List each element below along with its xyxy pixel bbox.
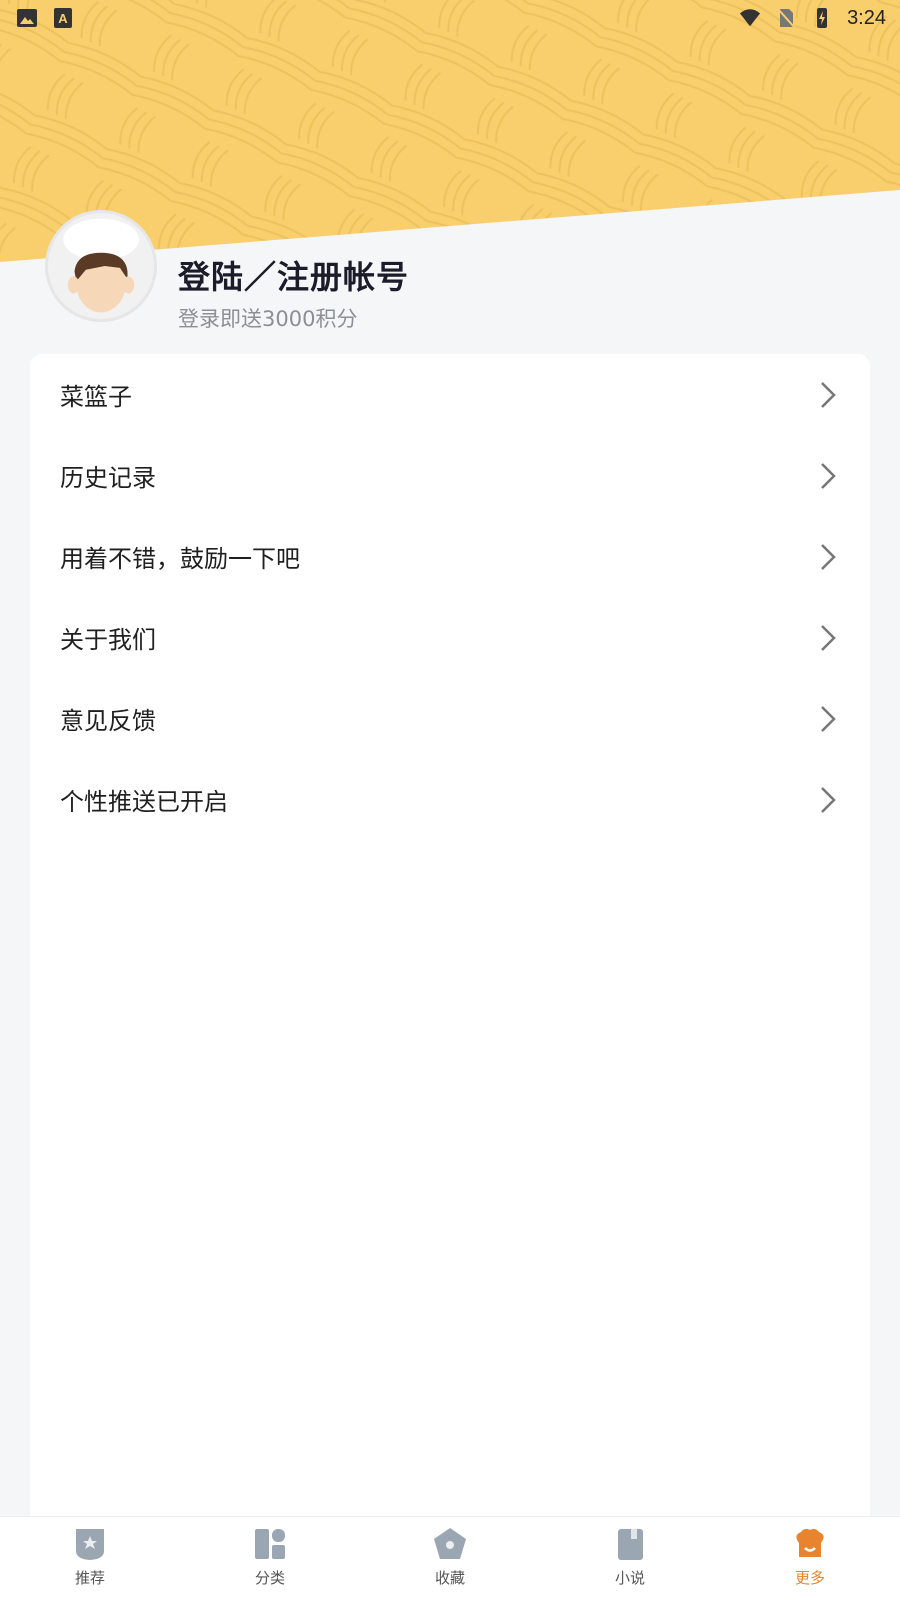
bottom-nav: 推荐 分类 收藏 小说 更多 — [0, 1516, 900, 1600]
menu-item-label: 个性推送已开启 — [60, 788, 228, 816]
menu-item-label: 菜篮子 — [60, 383, 132, 411]
login-bonus-subtitle: 登录即送3000积分 — [178, 307, 358, 331]
chevron-right-icon — [821, 705, 836, 732]
svg-text:A: A — [58, 11, 68, 26]
menu-item-label: 历史记录 — [60, 464, 156, 492]
no-sim-icon — [777, 8, 796, 29]
menu-item-history[interactable]: 历史记录 — [30, 435, 870, 516]
chevron-right-icon — [821, 543, 836, 570]
novel-icon — [618, 1529, 643, 1560]
nav-tab-favorites[interactable]: 收藏 — [390, 1527, 510, 1588]
favorite-icon — [434, 1528, 466, 1559]
nav-tab-recommend[interactable]: 推荐 — [30, 1527, 150, 1588]
nav-label: 收藏 — [434, 1569, 465, 1587]
status-bar: A 3:24 — [0, 0, 900, 36]
chevron-right-icon — [821, 462, 836, 489]
menu-item-basket[interactable]: 菜篮子 — [30, 354, 870, 435]
menu-item-label: 关于我们 — [60, 626, 156, 654]
wifi-icon — [739, 9, 761, 27]
nav-label: 更多 — [794, 1569, 825, 1587]
avatar[interactable] — [45, 210, 157, 322]
menu-item-label: 用着不错，鼓励一下吧 — [60, 545, 300, 573]
chevron-right-icon — [821, 786, 836, 813]
nav-label: 推荐 — [74, 1569, 105, 1587]
menu-item-feedback[interactable]: 意见反馈 — [30, 678, 870, 759]
menu-item-about-us[interactable]: 关于我们 — [30, 597, 870, 678]
menu-item-push-settings[interactable]: 个性推送已开启 — [30, 759, 870, 840]
nav-tab-category[interactable]: 分类 — [210, 1527, 330, 1588]
chef-hat-icon — [796, 1528, 824, 1557]
text-a-icon: A — [54, 8, 72, 28]
battery-charging-icon — [817, 8, 828, 28]
nav-label: 小说 — [614, 1569, 645, 1587]
menu-item-label: 意见反馈 — [60, 707, 156, 735]
login-register-title[interactable]: 登陆／注册帐号 — [178, 252, 409, 298]
chef-avatar-icon — [63, 218, 139, 313]
chevron-right-icon — [821, 624, 836, 651]
image-icon — [17, 9, 37, 27]
menu-card: 菜篮子 历史记录 用着不错，鼓励一下吧 关于我们 意见反馈 个性推送已开启 — [30, 354, 870, 1534]
nav-tab-more[interactable]: 更多 — [750, 1527, 870, 1588]
status-time: 3:24 — [847, 6, 886, 29]
menu-item-rate-app[interactable]: 用着不错，鼓励一下吧 — [30, 516, 870, 597]
nav-tab-novel[interactable]: 小说 — [570, 1527, 690, 1588]
nav-label: 分类 — [254, 1569, 285, 1587]
chevron-right-icon — [821, 381, 836, 408]
recommend-icon — [76, 1529, 104, 1560]
category-icon — [255, 1529, 285, 1559]
